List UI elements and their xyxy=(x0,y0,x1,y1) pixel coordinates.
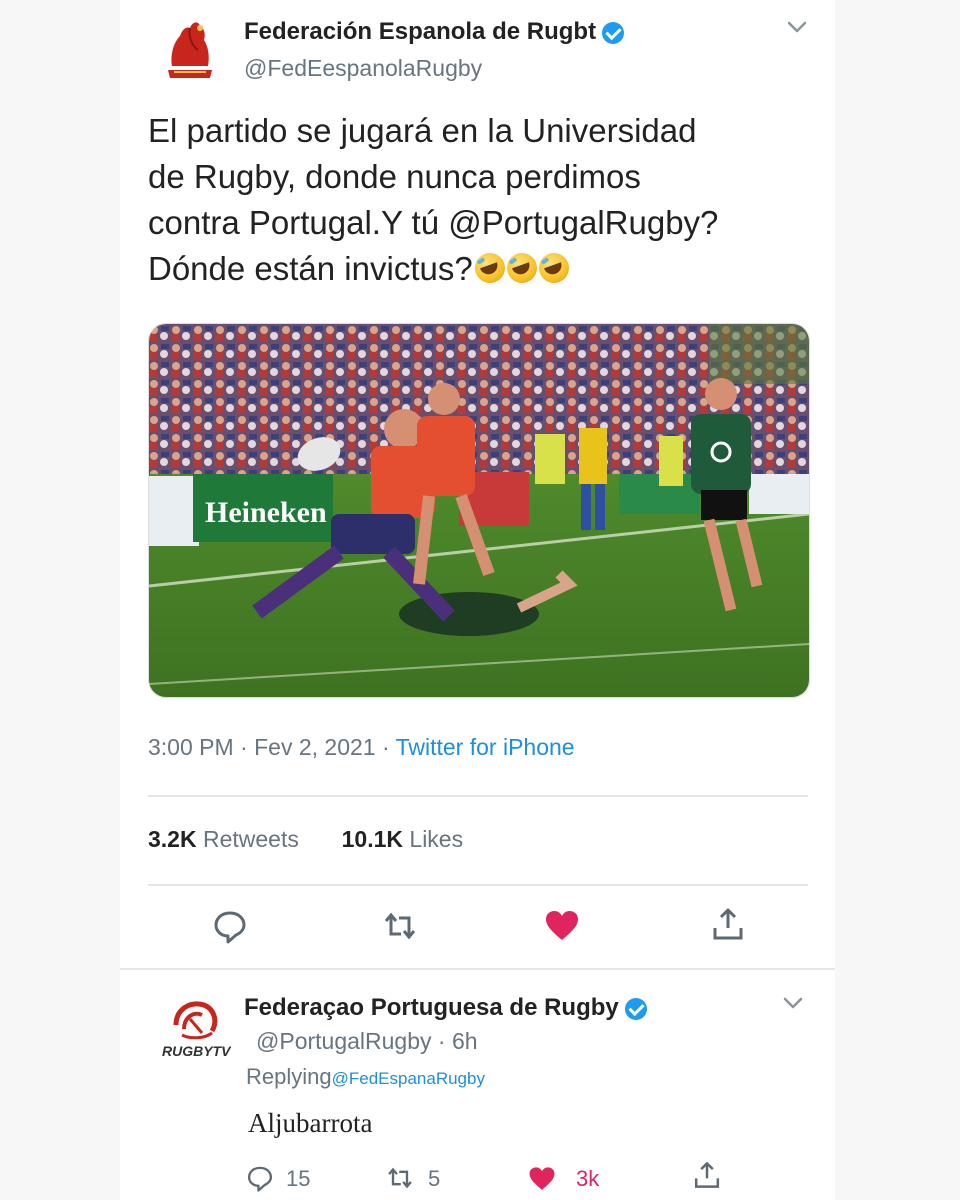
tweet-text-line: contra Portugal.Y tú @PortugalRugby? xyxy=(148,204,719,241)
retweet-icon[interactable] xyxy=(382,908,418,944)
author-handle[interactable]: @FedEespanolaRugby xyxy=(244,55,482,82)
retweets-count: 3.2K xyxy=(148,826,197,852)
tweet-card: Federación Espanola de Rugbt @FedEespano… xyxy=(120,0,835,1200)
reply-handle-text[interactable]: @PortugalRugby xyxy=(256,1028,432,1054)
divider xyxy=(120,968,835,970)
replying-to: Replying@FedEspanaRugby xyxy=(246,1064,485,1090)
meta-separator: · xyxy=(431,1028,452,1054)
laughing-emoji-icon xyxy=(538,253,569,283)
tweet-text-line: de Rugby, donde nunca perdimos xyxy=(148,158,641,195)
like-count: 3k xyxy=(576,1166,600,1191)
reply-icon xyxy=(247,1166,273,1192)
share-icon[interactable] xyxy=(710,906,746,942)
chevron-down-icon[interactable] xyxy=(784,14,810,40)
retweet-count: 5 xyxy=(428,1166,441,1191)
sign-text: Heineken xyxy=(205,496,327,529)
reply-author-name[interactable]: Federaçao Portuguesa de Rugby xyxy=(244,994,647,1022)
tweet-text-line: El partido se jugará en la Universidad xyxy=(148,112,697,149)
verified-badge-icon xyxy=(602,21,625,44)
author-name-text[interactable]: Federación Espanola de Rugbt xyxy=(244,18,596,45)
retweets-label: Retweets xyxy=(202,826,299,852)
tweet-source[interactable]: Twitter for iPhone xyxy=(396,734,575,760)
retweet-icon xyxy=(388,1167,412,1189)
meta-separator: · xyxy=(233,734,255,760)
reply-text: Aljubarrota xyxy=(248,1108,373,1138)
like-icon-active[interactable] xyxy=(544,908,580,944)
meta-separator: · xyxy=(375,734,396,760)
divider xyxy=(148,884,808,886)
reply-author-handle[interactable]: @PortugalRugby · 6h xyxy=(256,1028,478,1055)
likes-count: 10.1K xyxy=(341,826,404,852)
reply-count: 15 xyxy=(286,1166,311,1191)
like-icon-active xyxy=(529,1167,555,1190)
tweet-date[interactable]: Fev 2, 2021 xyxy=(254,734,375,760)
retweet-action[interactable]: 5 xyxy=(386,1162,456,1196)
likes-label: Likes xyxy=(409,826,464,852)
rugby-tv-logo-text: RUGBYTV xyxy=(162,1043,231,1059)
laughing-emoji-icon xyxy=(506,253,537,283)
tweet-meta: 3:00 PM · Fev 2, 2021 · Twitter for iPho… xyxy=(148,734,575,761)
replying-to-handle[interactable]: @FedEspanaRugby xyxy=(332,1069,485,1088)
rugby-tv-logo[interactable]: RUGBYTV xyxy=(162,995,232,1063)
reply-action[interactable]: 15 xyxy=(246,1162,316,1196)
author-name[interactable]: Federación Espanola de Rugbt xyxy=(244,18,625,46)
chevron-down-icon[interactable] xyxy=(780,990,806,1016)
reply-age: 6h xyxy=(451,1028,478,1054)
tweet-text-line-last: Dónde están invictus? xyxy=(148,246,828,292)
like-action[interactable]: 3k xyxy=(528,1162,608,1196)
tweet-time[interactable]: 3:00 PM xyxy=(148,734,234,760)
reply-icon[interactable] xyxy=(212,908,248,944)
tweet-photo[interactable]: Heineken xyxy=(148,323,810,698)
tweet-stats: 3.2K Retweets 10.1K Likes xyxy=(148,826,463,853)
replying-label: Replying xyxy=(246,1064,332,1089)
reply-author-name-text[interactable]: Federaçao Portuguesa de Rugby xyxy=(244,994,619,1021)
laughing-emoji-icon xyxy=(474,253,505,283)
rfer-logo-icon[interactable] xyxy=(164,16,216,80)
tweet-text: El partido se jugará en la Universidad d… xyxy=(148,108,828,292)
tweet-text-line: Dónde están invictus? xyxy=(148,250,473,287)
divider xyxy=(148,795,808,797)
share-icon[interactable] xyxy=(692,1160,722,1194)
retweets-stat[interactable]: 3.2K Retweets xyxy=(148,826,299,852)
verified-badge-icon xyxy=(624,997,647,1020)
likes-stat[interactable]: 10.1K Likes xyxy=(342,826,463,852)
